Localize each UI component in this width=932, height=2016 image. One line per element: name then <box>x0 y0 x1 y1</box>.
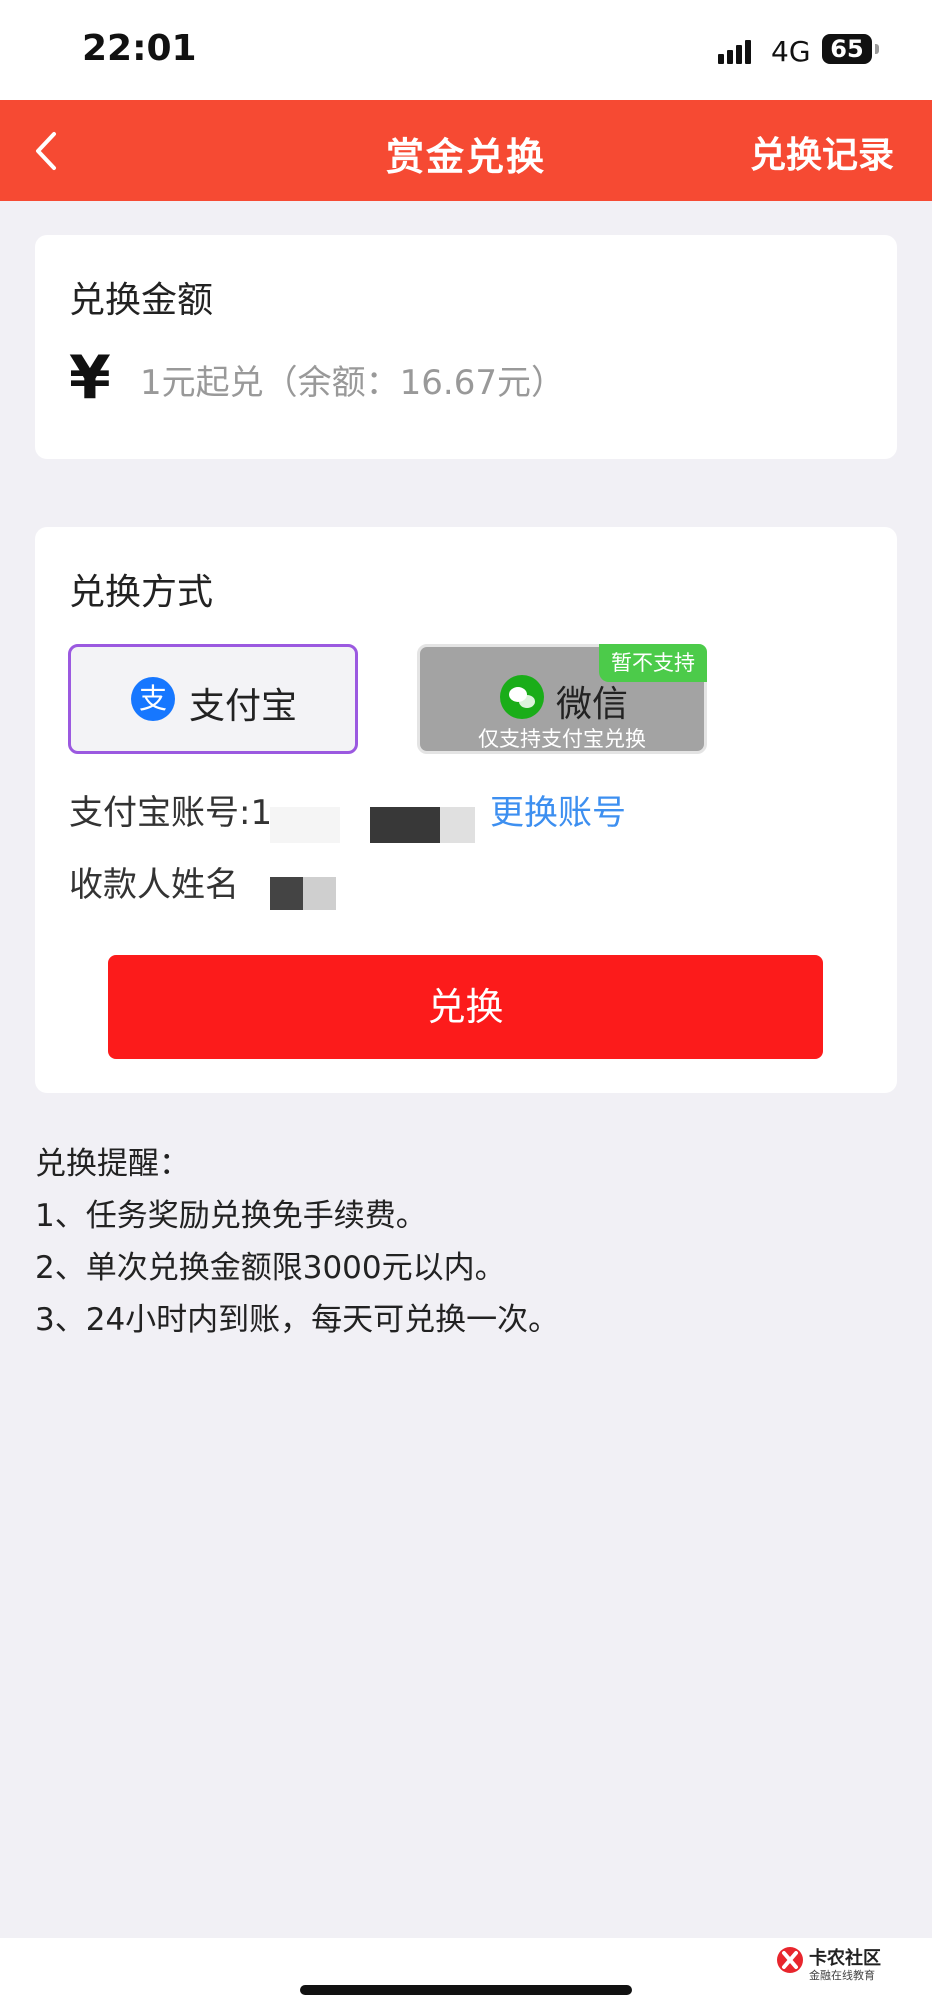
redaction-block <box>440 807 475 843</box>
alipay-option[interactable]: 支 支付宝 <box>68 644 358 754</box>
amount-title: 兑换金额 <box>69 280 214 321</box>
exchange-tips: 兑换提醒： 1、任务奖励兑换免手续费。 2、单次兑换金额限3000元以内。 3、… <box>35 1138 559 1346</box>
exchange-button[interactable]: 兑换 <box>108 955 823 1059</box>
watermark-sub: 金融在线教育 <box>809 1969 875 1982</box>
network-type: 4G <box>771 35 811 68</box>
method-card: 兑换方式 支 支付宝 微信 仅支持支付宝兑换 暂不支持 支付宝账号:1 更换账号… <box>35 527 897 1093</box>
redaction-block <box>270 877 303 910</box>
tips-title: 兑换提醒： <box>35 1146 190 1182</box>
wechat-subtitle: 仅支持支付宝兑换 <box>478 727 646 751</box>
change-account-link[interactable]: 更换账号 <box>490 785 626 834</box>
exchange-record-link[interactable]: 兑换记录 <box>750 126 894 178</box>
wechat-option[interactable]: 微信 仅支持支付宝兑换 暂不支持 <box>417 644 707 754</box>
tip-item: 2、单次兑换金额限3000元以内。 <box>35 1250 506 1286</box>
payee-name-label: 收款人姓名 <box>69 865 239 905</box>
yen-symbol: ¥ <box>69 343 111 413</box>
alipay-label: 支付宝 <box>189 686 298 727</box>
home-indicator[interactable] <box>300 1985 632 1995</box>
redaction-block <box>303 877 336 910</box>
alipay-account-label: 支付宝账号:1 <box>69 793 273 833</box>
tip-item: 1、任务奖励兑换免手续费。 <box>35 1198 427 1234</box>
redaction-block <box>370 807 440 843</box>
status-bar: 22:01 4G 65 <box>0 0 932 100</box>
battery-tip <box>875 44 879 54</box>
wechat-icon <box>500 675 544 719</box>
amount-card: 兑换金额 ¥ 1元起兑（余额：16.67元） <box>35 235 897 459</box>
redaction-block <box>270 807 340 843</box>
watermark-logo-icon <box>777 1947 803 1973</box>
alipay-icon: 支 <box>131 677 175 721</box>
battery-icon: 65 <box>822 34 872 64</box>
status-time: 22:01 <box>82 28 197 69</box>
not-supported-badge: 暂不支持 <box>599 644 707 682</box>
wechat-label: 微信 <box>556 684 629 725</box>
method-title: 兑换方式 <box>69 572 214 613</box>
signal-icon <box>718 38 758 64</box>
tip-item: 3、24小时内到账，每天可兑换一次。 <box>35 1302 560 1338</box>
nav-bar: 赏金兑换 兑换记录 <box>0 100 932 201</box>
amount-input[interactable]: 1元起兑（余额：16.67元） <box>140 355 565 404</box>
